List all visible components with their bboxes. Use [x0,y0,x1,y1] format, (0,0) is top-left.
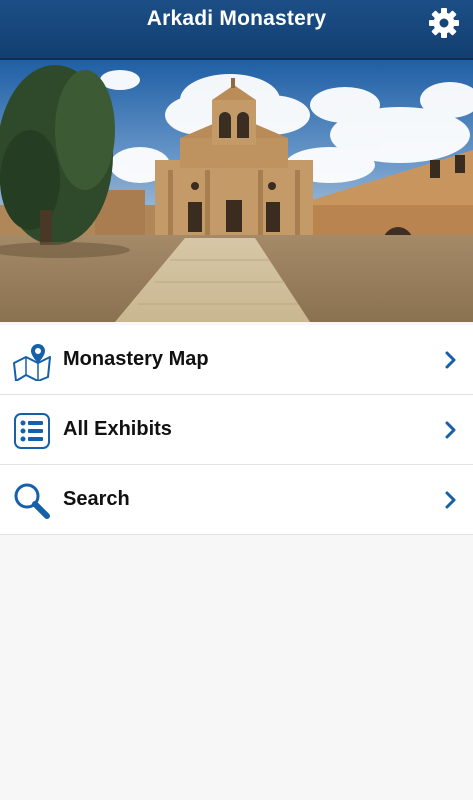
gear-icon[interactable] [427,6,461,40]
app-header: Arkadi Monastery [0,0,473,60]
menu-item-all-exhibits[interactable]: All Exhibits [0,395,473,465]
menu-item-label: Search [63,488,130,510]
hero-image [0,60,473,322]
chevron-right-icon [445,491,456,509]
menu-item-label: All Exhibits [63,418,172,440]
list-icon [14,413,50,449]
chevron-right-icon [445,421,456,439]
menu-item-search[interactable]: Search [0,465,473,535]
chevron-right-icon [445,351,456,369]
main-menu: Monastery Map All Exhibits Search [0,325,473,535]
menu-item-label: Monastery Map [63,348,209,370]
monastery-photo [0,60,473,322]
page-title: Arkadi Monastery [146,7,327,30]
search-icon [14,483,50,519]
menu-item-monastery-map[interactable]: Monastery Map [0,325,473,395]
map-pin-icon [13,344,51,381]
